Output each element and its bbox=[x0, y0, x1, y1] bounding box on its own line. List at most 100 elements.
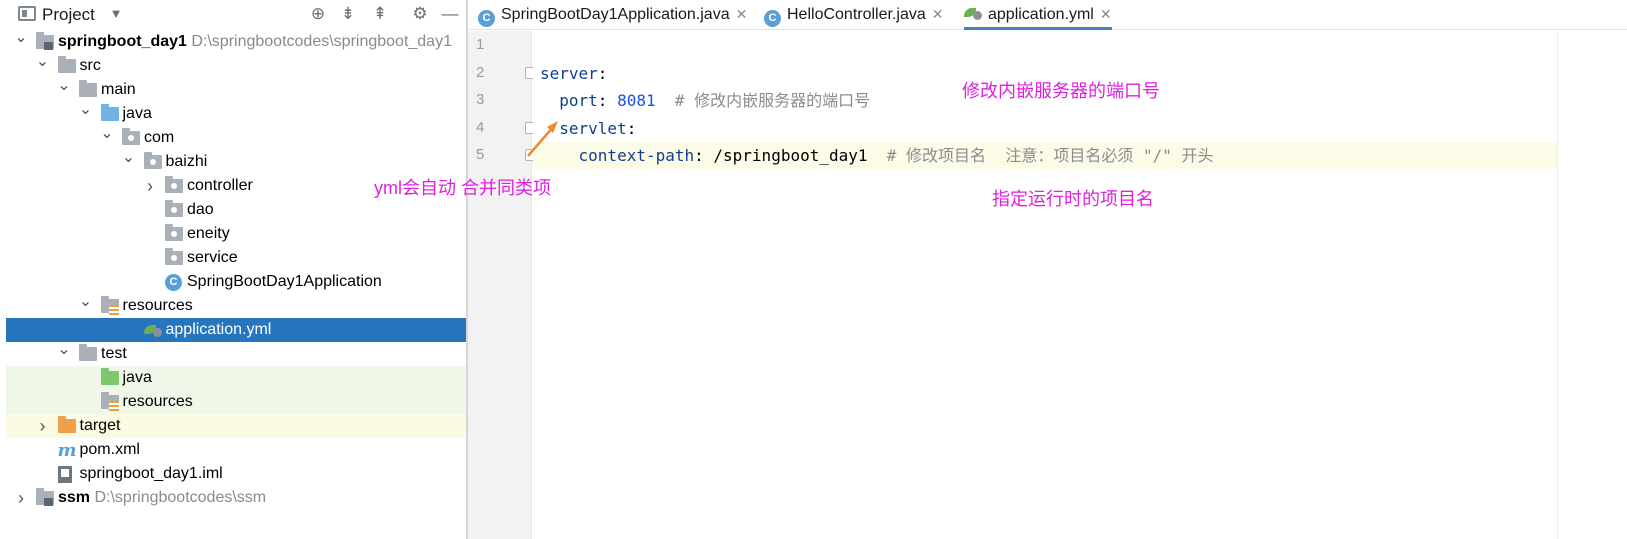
tree-item-label: test bbox=[101, 342, 127, 366]
editor-tab[interactable]: application.yml ✕ bbox=[964, 0, 1112, 30]
annotation-arrow bbox=[527, 121, 558, 157]
tree-item-label: application.yml bbox=[166, 318, 272, 342]
tree-item-name: com bbox=[144, 129, 175, 146]
tree-item-name: main bbox=[101, 81, 136, 98]
tree-item-name: target bbox=[79, 417, 121, 434]
tree-item-name: springboot_day1 bbox=[58, 33, 187, 50]
tree-item[interactable]: C SpringBootDay1Application bbox=[6, 270, 466, 294]
yaml-text: : /springboot_day1 bbox=[694, 146, 868, 165]
chevron-down-icon[interactable]: ⌄ bbox=[79, 294, 93, 318]
tree-item-name: java bbox=[122, 369, 152, 386]
tree-item[interactable]: m pom.xml bbox=[6, 438, 466, 462]
tree-item-name: eneity bbox=[187, 225, 230, 242]
close-icon[interactable]: ✕ bbox=[932, 6, 944, 22]
chevron-right-icon[interactable]: › bbox=[36, 414, 50, 438]
tree-item-name: pom.xml bbox=[79, 441, 140, 458]
code-line[interactable] bbox=[533, 32, 1557, 59]
chevron-down-icon[interactable]: ⌄ bbox=[122, 150, 136, 174]
tree-item[interactable]: ⌄ baizhi bbox=[6, 150, 466, 174]
yaml-key: port bbox=[559, 91, 598, 110]
yaml-comment: # 修改项目名 注意：项目名必须 "/" 开头 bbox=[867, 146, 1214, 165]
gear-icon[interactable]: ⚙ bbox=[410, 4, 430, 24]
tree-item-label: resources bbox=[123, 294, 193, 318]
close-icon[interactable]: ✕ bbox=[736, 6, 748, 22]
tree-item[interactable]: › target bbox=[6, 414, 466, 438]
yaml-text: : bbox=[597, 91, 618, 110]
tab-label: SpringBootDay1Application.java bbox=[501, 6, 730, 23]
editor-gutter: 1 2 3 4 5 bbox=[468, 31, 537, 539]
tree-item[interactable]: ⌄ test bbox=[6, 342, 466, 366]
tree-item-label: pom.xml bbox=[80, 438, 140, 462]
chevron-down-icon[interactable]: ⌄ bbox=[36, 54, 50, 78]
editor-tabs: C SpringBootDay1Application.java ✕ C HelloCo… bbox=[468, 0, 1627, 30]
minimize-icon[interactable]: — bbox=[440, 4, 460, 24]
yaml-key: context-path bbox=[578, 146, 695, 165]
code-editor[interactable]: server: port: 8081 # 修改内嵌服务器的端口号 servlet… bbox=[533, 31, 1557, 539]
package-icon bbox=[143, 152, 162, 169]
project-view-icon[interactable] bbox=[18, 6, 36, 21]
tree-item-label: dao bbox=[187, 198, 214, 222]
code-line[interactable]: context-path: /springboot_day1 # 修改项目名 注… bbox=[533, 142, 1557, 169]
tree-item-label: ssm D:\springbootcodes\ssm bbox=[58, 486, 266, 510]
chevron-down-icon[interactable]: ⌄ bbox=[79, 102, 93, 126]
tree-item-name: baizhi bbox=[165, 153, 208, 170]
tree-item-label: controller bbox=[187, 174, 253, 198]
line-number: 5 bbox=[476, 146, 485, 163]
tree-item-label: resources bbox=[123, 390, 193, 414]
chevron-right-icon[interactable]: › bbox=[14, 486, 28, 510]
expand-all-icon[interactable]: ⇟ bbox=[338, 4, 358, 24]
chevron-down-icon[interactable]: ⌄ bbox=[14, 30, 28, 54]
chevron-down-icon[interactable]: ⌄ bbox=[57, 78, 71, 102]
module-folder-icon bbox=[36, 32, 54, 50]
tree-item-name: SpringBootDay1Application bbox=[187, 273, 382, 290]
tree-item[interactable]: ⌄ com bbox=[6, 126, 466, 150]
tree-item-label: eneity bbox=[187, 222, 230, 246]
chevron-down-icon[interactable]: ⌄ bbox=[100, 126, 114, 150]
tree-item[interactable]: dao bbox=[6, 198, 466, 222]
tree-item[interactable]: eneity bbox=[6, 222, 466, 246]
tree-item[interactable]: springboot_day1.iml bbox=[6, 462, 466, 486]
line-number: 4 bbox=[476, 118, 485, 136]
chevron-down-icon[interactable]: ▼ bbox=[106, 4, 126, 24]
merge-annotation: yml会自动 合并同类项 bbox=[374, 178, 551, 198]
line-number: 2 bbox=[476, 63, 485, 81]
editor-tab[interactable]: C HelloController.java ✕ bbox=[764, 0, 943, 30]
tree-item[interactable]: › ssm D:\springbootcodes\ssm bbox=[6, 486, 466, 510]
module-folder-icon bbox=[36, 488, 54, 506]
tree-item[interactable]: service bbox=[6, 246, 466, 270]
tree-item-name: springboot_day1.iml bbox=[79, 465, 223, 482]
tree-item-label: com bbox=[144, 126, 174, 150]
tree-item-label: target bbox=[80, 414, 121, 438]
chevron-right-icon[interactable]: › bbox=[143, 174, 157, 198]
yaml-key: server bbox=[540, 63, 598, 83]
tree-item[interactable]: ⌄ springboot_day1 D:\springbootcodes\spri… bbox=[6, 30, 466, 54]
yaml-number: 8081 bbox=[617, 91, 656, 110]
tree-item-path: D:\springbootcodes\springboot_day1 bbox=[191, 33, 452, 50]
editor-tab[interactable]: C SpringBootDay1Application.java ✕ bbox=[478, 0, 747, 30]
yaml-text bbox=[540, 91, 559, 110]
locate-icon[interactable]: ⊕ bbox=[308, 4, 328, 24]
tree-item-label: src bbox=[80, 54, 101, 78]
collapse-all-icon[interactable]: ⇞ bbox=[370, 4, 390, 24]
package-icon bbox=[165, 248, 183, 265]
tree-item[interactable]: application.yml bbox=[6, 318, 466, 342]
tree-item[interactable]: ⌄ main bbox=[6, 78, 466, 102]
code-line[interactable]: servlet: bbox=[533, 115, 1557, 142]
tree-item-label: java bbox=[123, 102, 152, 126]
tree-item[interactable]: java bbox=[6, 366, 466, 390]
tree-item-label: service bbox=[187, 246, 238, 270]
close-icon[interactable]: ✕ bbox=[1100, 6, 1112, 22]
project-title[interactable]: Project bbox=[42, 5, 95, 25]
editor-scrollbar-area[interactable] bbox=[1557, 31, 1627, 539]
tree-item[interactable]: resources bbox=[6, 390, 466, 414]
test-resources-folder-icon bbox=[100, 392, 119, 411]
folder-icon bbox=[57, 56, 76, 73]
tree-item[interactable]: ⌄ resources bbox=[6, 294, 466, 318]
tree-item[interactable]: ⌄ java bbox=[6, 102, 466, 126]
yml-file-icon bbox=[964, 6, 982, 20]
tree-item[interactable]: ⌄ src bbox=[6, 54, 466, 78]
chevron-down-icon[interactable]: ⌄ bbox=[57, 342, 71, 366]
yml-file-icon bbox=[143, 323, 162, 337]
yaml-key: servlet bbox=[559, 118, 627, 138]
folder-icon bbox=[79, 344, 97, 361]
